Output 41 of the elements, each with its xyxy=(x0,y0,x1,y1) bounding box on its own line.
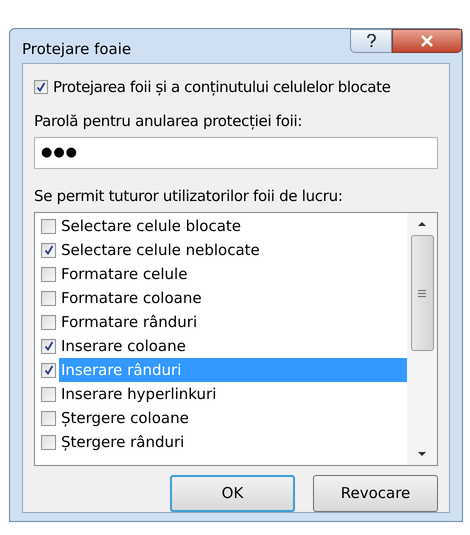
checkmark-icon xyxy=(44,341,54,351)
password-label: Parolă pentru anularea protecției foii: xyxy=(34,111,304,132)
list-item[interactable]: Selectare celule neblocate xyxy=(59,238,407,262)
list-item[interactable]: Formatare coloane xyxy=(59,286,407,310)
scrollbar[interactable] xyxy=(407,213,437,465)
checkbox[interactable] xyxy=(41,218,56,234)
list-item[interactable]: Ștergere coloane xyxy=(59,406,407,430)
checkbox[interactable] xyxy=(41,386,56,402)
checkbox[interactable] xyxy=(34,80,48,94)
help-icon xyxy=(366,34,376,48)
password-value: ●●● xyxy=(41,144,78,162)
close-button[interactable] xyxy=(392,29,462,53)
checkbox[interactable] xyxy=(41,434,56,450)
list-item[interactable]: Inserare hyperlinkuri xyxy=(59,382,407,406)
close-icon xyxy=(420,35,434,47)
dialog-button[interactable]: Revocare xyxy=(313,475,438,512)
grip-icon xyxy=(418,290,426,296)
list-item[interactable]: Selectare celule blocate xyxy=(59,214,407,238)
list-item[interactable]: Formatare rânduri xyxy=(59,310,407,334)
checkbox[interactable] xyxy=(41,362,56,378)
checkmark-icon xyxy=(36,82,46,92)
password-field[interactable]: ●●● xyxy=(34,136,438,168)
checkbox[interactable] xyxy=(41,290,56,306)
dialog-button[interactable]: OK xyxy=(170,475,295,512)
checkbox[interactable] xyxy=(41,338,56,354)
checkmark-icon xyxy=(44,365,54,375)
checkbox[interactable] xyxy=(41,314,56,330)
up-arrow-icon xyxy=(418,222,426,226)
checkmark-icon xyxy=(44,245,54,255)
down-arrow-icon xyxy=(418,452,426,456)
list-label: Se permit tuturor utilizatorilor foii de lucru: xyxy=(34,186,344,206)
checkbox[interactable] xyxy=(41,410,56,426)
scroll-thumb[interactable] xyxy=(410,235,434,351)
list-item[interactable]: Formatare celule xyxy=(59,262,407,286)
list-item[interactable]: Inserare coloane xyxy=(59,334,407,358)
window-title: Protejare foaie xyxy=(22,39,132,60)
list-item[interactable]: Ștergere rânduri xyxy=(59,430,407,454)
checkbox[interactable] xyxy=(41,242,56,258)
checkbox-label: Protejarea foii și a conținutului celulelor blocate xyxy=(53,76,390,98)
checkbox[interactable] xyxy=(41,266,56,282)
help-button[interactable] xyxy=(350,29,392,53)
